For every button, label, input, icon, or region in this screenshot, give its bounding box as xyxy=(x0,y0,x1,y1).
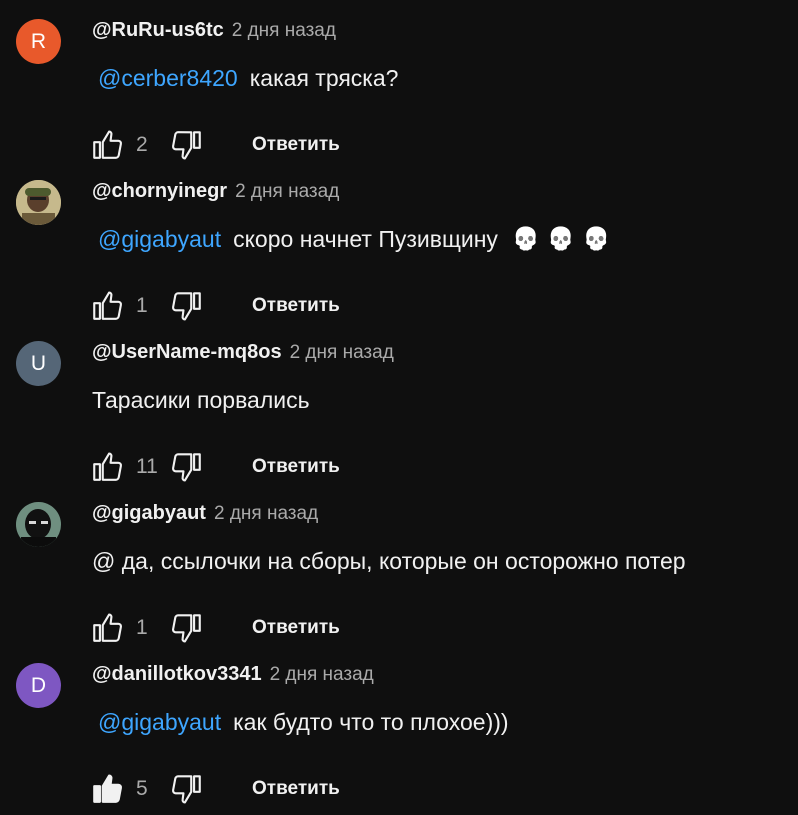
avatar[interactable]: U xyxy=(16,341,61,386)
comment-actions: 1 Ответить xyxy=(88,609,340,647)
avatar[interactable]: R xyxy=(16,19,61,64)
avatar[interactable]: D xyxy=(16,663,61,708)
comment-header: @RuRu-us6tc 2 дня назад xyxy=(92,19,336,45)
like-count: 2 xyxy=(136,133,148,156)
avatar-letter: R xyxy=(30,29,47,53)
comment: R @RuRu-us6tc 2 дня назад @cerber8420 ка… xyxy=(0,16,798,177)
comment-time[interactable]: 2 дня назад xyxy=(270,664,374,686)
mention-link[interactable]: @gigabyaut xyxy=(98,226,221,253)
comment-header: @chornyinegr 2 дня назад xyxy=(92,180,339,206)
dislike-button[interactable] xyxy=(168,448,206,486)
like-button[interactable] xyxy=(88,287,126,325)
like-button[interactable] xyxy=(88,448,126,486)
thumbs-down-icon xyxy=(172,775,201,804)
thumbs-up-icon xyxy=(93,452,122,481)
comment-author[interactable]: @UserName-mq8os xyxy=(92,341,282,364)
comment-header: @danillotkov3341 2 дня назад xyxy=(92,663,374,689)
avatar[interactable] xyxy=(16,180,61,225)
like-button[interactable] xyxy=(88,770,126,808)
comment-actions: 5 Ответить xyxy=(88,770,340,808)
dislike-button[interactable] xyxy=(168,126,206,164)
reply-button[interactable]: Ответить xyxy=(252,134,340,156)
thumbs-down-icon xyxy=(172,453,201,482)
like-count: 11 xyxy=(136,455,158,478)
comment-time[interactable]: 2 дня назад xyxy=(214,503,318,525)
like-count: 1 xyxy=(136,294,148,317)
thumbs-down-icon xyxy=(172,292,201,321)
comment-body: какая тряска? xyxy=(249,64,399,91)
comment-body: @ да, ссылочки на сборы, которые он осто… xyxy=(92,547,686,574)
comment-header: @UserName-mq8os 2 дня назад xyxy=(92,341,394,367)
avatar-letter: U xyxy=(30,351,47,375)
mention-link[interactable]: @cerber8420 xyxy=(98,65,238,92)
mention-link[interactable]: @gigabyaut xyxy=(98,709,221,736)
reply-button[interactable]: Ответить xyxy=(252,778,340,800)
comment: U @UserName-mq8os 2 дня назад Тарасики п… xyxy=(0,338,798,499)
like-button[interactable] xyxy=(88,126,126,164)
thumbs-up-icon xyxy=(93,291,122,320)
like-button[interactable] xyxy=(88,609,126,647)
reply-button[interactable]: Ответить xyxy=(252,456,340,478)
thumbs-up-icon xyxy=(93,130,122,159)
avatar-image xyxy=(16,502,61,547)
comment-actions: 1 Ответить xyxy=(88,287,340,325)
reply-button[interactable]: Ответить xyxy=(252,617,340,639)
comment: @gigabyaut 2 дня назад @ да, ссылочки на… xyxy=(0,499,798,660)
comment-actions: 2 Ответить xyxy=(88,126,340,164)
comment-time[interactable]: 2 дня назад xyxy=(290,342,394,364)
comment-author[interactable]: @chornyinegr xyxy=(92,180,227,203)
like-count: 5 xyxy=(136,777,148,800)
avatar[interactable] xyxy=(16,502,61,547)
comment-text: @ да, ссылочки на сборы, которые он осто… xyxy=(92,545,686,577)
comment-text: @gigabyaut скоро начнет Пузивщину 💀 💀 💀 xyxy=(92,223,610,255)
comment-author[interactable]: @danillotkov3341 xyxy=(92,663,262,686)
dislike-button[interactable] xyxy=(168,770,206,808)
thumbs-down-icon xyxy=(172,131,201,160)
comment-body: Тарасики порвались xyxy=(92,386,310,413)
skull-emoji: 💀 xyxy=(582,226,611,251)
comment-header: @gigabyaut 2 дня назад xyxy=(92,502,318,528)
comment-author[interactable]: @RuRu-us6tc xyxy=(92,19,224,42)
avatar-image xyxy=(16,180,61,225)
comment: @chornyinegr 2 дня назад @gigabyaut скор… xyxy=(0,177,798,338)
thumbs-up-filled-icon xyxy=(93,774,122,803)
comment-body: скоро начнет Пузивщину xyxy=(233,225,498,252)
comment-time[interactable]: 2 дня назад xyxy=(235,181,339,203)
comment-body: как будто что то плохое))) xyxy=(233,708,509,735)
like-count: 1 xyxy=(136,616,148,639)
comment-author[interactable]: @gigabyaut xyxy=(92,502,206,525)
comment: D @danillotkov3341 2 дня назад @gigabyau… xyxy=(0,660,798,815)
skull-emoji: 💀 xyxy=(511,226,540,251)
skull-emoji: 💀 xyxy=(547,226,575,251)
dislike-button[interactable] xyxy=(168,287,206,325)
comment-time[interactable]: 2 дня назад xyxy=(232,20,336,42)
dislike-button[interactable] xyxy=(168,609,206,647)
comment-text: Тарасики порвались xyxy=(92,384,310,416)
thumbs-down-icon xyxy=(172,614,201,643)
avatar-letter: D xyxy=(30,673,47,697)
thumbs-up-icon xyxy=(93,613,122,642)
comment-text: @gigabyaut как будто что то плохое))) xyxy=(92,706,509,738)
comment-text: @cerber8420 какая тряска? xyxy=(92,62,398,94)
comment-actions: 11 Ответить xyxy=(88,448,340,486)
reply-button[interactable]: Ответить xyxy=(252,295,340,317)
